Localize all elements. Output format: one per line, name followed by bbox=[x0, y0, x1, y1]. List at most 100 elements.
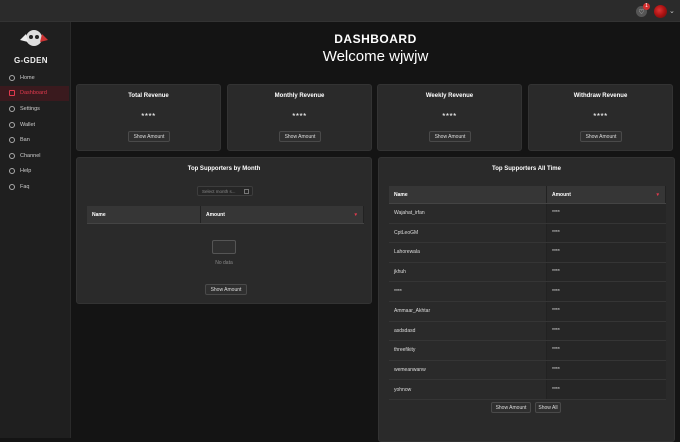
card-value: **** bbox=[292, 112, 307, 121]
sidebar: G-GDEN Home Dashboard Settings Wallet Ba… bbox=[0, 22, 71, 438]
calendar-icon bbox=[244, 189, 249, 194]
total-revenue-card: Total Revenue **** Show Amount bbox=[76, 84, 221, 151]
cell-amount: **** bbox=[547, 223, 666, 243]
cell-amount: **** bbox=[547, 301, 666, 321]
cell-name: CptLeoGM bbox=[389, 223, 547, 243]
cell-name: asdsdasd bbox=[389, 321, 547, 341]
table-row: jkhuh **** bbox=[389, 262, 666, 283]
sidebar-item-label: Wallet bbox=[20, 121, 36, 128]
show-amount-button[interactable]: Show Amount bbox=[205, 284, 247, 295]
notification-badge: 1 bbox=[643, 3, 650, 10]
cell-amount: **** bbox=[547, 262, 666, 282]
cell-amount: **** bbox=[547, 243, 666, 262]
cell-name: wemeanwanw bbox=[389, 360, 547, 380]
sidebar-item-help[interactable]: Help bbox=[0, 164, 71, 180]
cell-name: **** bbox=[389, 282, 547, 301]
table-row: wemeanwanw **** bbox=[389, 360, 666, 381]
video-icon bbox=[9, 152, 15, 159]
column-name[interactable]: Name bbox=[389, 186, 547, 203]
sidebar-item-faq[interactable]: Faq bbox=[0, 179, 71, 195]
sidebar-item-channel[interactable]: Channel bbox=[0, 148, 71, 164]
sidebar-item-label: Dashboard bbox=[20, 90, 47, 97]
card-title: Weekly Revenue bbox=[425, 93, 474, 99]
faq-icon bbox=[9, 183, 15, 190]
cell-amount: **** bbox=[547, 282, 666, 301]
cell-name: Wajahat_irfan bbox=[389, 204, 547, 223]
table-row: CptLeoGM **** bbox=[389, 223, 666, 244]
sidebar-item-settings[interactable]: Settings bbox=[0, 101, 71, 117]
card-title: Withdraw Revenue bbox=[573, 93, 628, 99]
table-row: asdsdasd **** bbox=[389, 321, 666, 342]
cell-amount: **** bbox=[547, 321, 666, 341]
show-amount-button[interactable]: Show Amount bbox=[279, 131, 321, 142]
cell-name: Lahorewala bbox=[389, 243, 547, 262]
logo-text: G-GDEN bbox=[14, 56, 48, 65]
table-row: Wajahat_irfan **** bbox=[389, 204, 666, 224]
show-amount-button[interactable]: Show Amount bbox=[491, 402, 531, 413]
top-supporters-all-time-panel: Top Supporters All Time Name Amount ▾ Waj… bbox=[378, 157, 675, 442]
page-title: DASHBOARD bbox=[334, 32, 417, 46]
column-amount-label: Amount bbox=[206, 211, 225, 218]
cell-amount: **** bbox=[547, 380, 666, 399]
card-value: **** bbox=[593, 112, 608, 121]
cell-name: threefikity bbox=[389, 341, 547, 360]
sidebar-item-label: Ban bbox=[20, 137, 30, 144]
top-supporters-month-panel: Top Supporters by Month Select month s..… bbox=[76, 157, 372, 304]
table-header: Name Amount ▾ bbox=[389, 186, 666, 204]
show-amount-button[interactable]: Show Amount bbox=[580, 131, 622, 142]
avatar[interactable] bbox=[654, 5, 667, 18]
supporters-table: Wajahat_irfan **** CptLeoGM **** Lahorewal… bbox=[389, 204, 666, 400]
table-header: Name Amount ▾ bbox=[87, 206, 364, 224]
show-amount-button[interactable]: Show Amount bbox=[128, 131, 170, 142]
month-picker[interactable]: Select month s... bbox=[197, 186, 253, 196]
monthly-revenue-card: Monthly Revenue **** Show Amount bbox=[227, 84, 372, 151]
table-row: **** **** bbox=[389, 282, 666, 302]
show-all-button[interactable]: Show All bbox=[535, 402, 561, 413]
sidebar-item-label: Home bbox=[20, 74, 35, 81]
main-content: DASHBOARD Welcome wjwjw Total Revenue **… bbox=[71, 22, 680, 442]
table-row: threefikity **** bbox=[389, 341, 666, 361]
empty-inbox-icon bbox=[212, 240, 236, 254]
card-title: Total Revenue bbox=[128, 93, 169, 99]
show-amount-button[interactable]: Show Amount bbox=[429, 131, 471, 142]
month-picker-placeholder: Select month s... bbox=[202, 189, 236, 194]
cell-amount: **** bbox=[547, 204, 666, 223]
help-icon bbox=[9, 168, 15, 175]
column-name[interactable]: Name bbox=[87, 206, 201, 223]
sort-icon[interactable]: ▾ bbox=[354, 212, 357, 218]
cell-amount: **** bbox=[547, 341, 666, 360]
top-bar: ♡ 1 ⌄ bbox=[0, 0, 680, 22]
empty-text: No data bbox=[215, 260, 233, 266]
card-value: **** bbox=[141, 112, 156, 121]
cell-name: Ammaar_Akhtar bbox=[389, 301, 547, 321]
wallet-icon bbox=[9, 121, 15, 128]
welcome-text: Welcome wjwjw bbox=[322, 48, 429, 65]
cell-amount: **** bbox=[547, 360, 666, 380]
sidebar-item-ban[interactable]: Ban bbox=[0, 132, 71, 148]
panel-title: Top Supporters All Time bbox=[492, 166, 561, 172]
logo-icon bbox=[20, 30, 48, 46]
home-icon bbox=[9, 74, 15, 81]
cell-name: jkhuh bbox=[389, 262, 547, 282]
card-value: **** bbox=[442, 112, 457, 121]
sidebar-item-home[interactable]: Home bbox=[0, 70, 71, 86]
sort-icon[interactable]: ▾ bbox=[656, 192, 659, 198]
sidebar-item-label: Channel bbox=[20, 152, 41, 159]
chevron-down-icon[interactable]: ⌄ bbox=[669, 7, 675, 15]
column-amount[interactable]: Amount ▾ bbox=[547, 186, 666, 203]
table-row: Ammaar_Akhtar **** bbox=[389, 301, 666, 322]
panel-title: Top Supporters by Month bbox=[187, 166, 261, 172]
card-title: Monthly Revenue bbox=[274, 93, 325, 99]
ban-icon bbox=[9, 137, 15, 144]
column-amount-label: Amount bbox=[552, 191, 571, 198]
sidebar-nav: Home Dashboard Settings Wallet Ban Chann… bbox=[0, 70, 71, 195]
table-row: Lahorewala **** bbox=[389, 243, 666, 263]
gear-icon bbox=[9, 105, 15, 112]
sidebar-item-dashboard[interactable]: Dashboard bbox=[0, 85, 69, 102]
table-row: yohnow **** bbox=[389, 380, 666, 400]
column-amount[interactable]: Amount ▾ bbox=[201, 206, 364, 223]
sidebar-item-wallet[interactable]: Wallet bbox=[0, 117, 71, 133]
withdraw-revenue-card: Withdraw Revenue **** Show Amount bbox=[528, 84, 673, 151]
sidebar-item-label: Faq bbox=[20, 183, 30, 190]
dashboard-icon bbox=[9, 90, 15, 97]
